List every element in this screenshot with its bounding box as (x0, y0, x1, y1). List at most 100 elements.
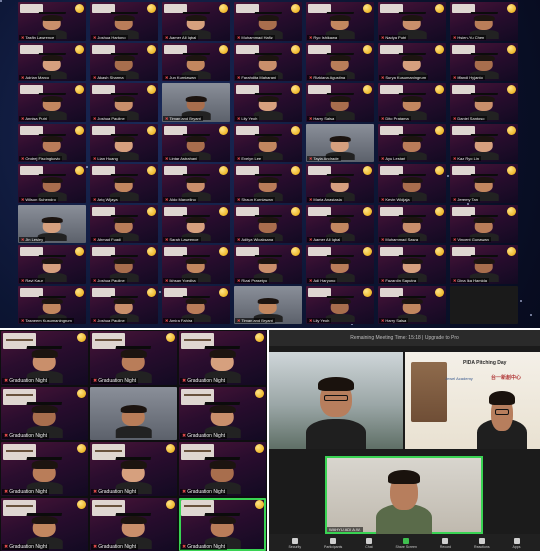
participant-tile[interactable]: ✖Iffandi Hyjanto (450, 42, 518, 81)
participant-tile[interactable]: ✖Surya Kusumaningrum (378, 42, 446, 81)
participant-tile[interactable]: ✖Joshua Pauline (90, 245, 158, 284)
participant-tile[interactable]: ✖Amira Fahira (162, 285, 230, 324)
participant-tile[interactable]: ✖Jin Lesley (18, 204, 86, 243)
participant-tile[interactable]: ✖Graduation Night (90, 331, 177, 385)
graduation-cap-icon (115, 457, 152, 461)
participant-tile[interactable]: ✖Graduation Night (179, 442, 266, 496)
muted-mic-icon: ✖ (21, 237, 25, 242)
muted-mic-icon: ✖ (237, 277, 241, 283)
participant-tile[interactable] (90, 386, 177, 440)
participant-tile[interactable]: ✖Aamer Ali Iqbal (162, 2, 230, 41)
participant-name-label: ✖Timan and Bryant (163, 115, 203, 121)
toolbar-security-button[interactable]: Security (288, 538, 301, 549)
participant-tile[interactable]: ✖Muhammad Sasra (378, 204, 446, 243)
participant-tile[interactable]: ✖Annisa Putri (18, 83, 86, 122)
participant-tile[interactable]: ✖Kevin Widjaja (378, 164, 446, 203)
participant-tile[interactable]: ✖Hsien-Yu Chen (450, 2, 518, 41)
muted-mic-icon: ✖ (93, 115, 97, 121)
record-icon (442, 538, 449, 544)
participant-tile[interactable]: ✖Maria Anastasia (306, 164, 374, 203)
muted-mic-icon: ✖ (182, 488, 187, 495)
participant-tile[interactable]: ✖Harry Salsa (306, 83, 374, 122)
participant-name-label: ✖Graduation Night (180, 377, 228, 384)
participant-tile[interactable]: ✖Graduation Night (1, 386, 88, 440)
participant-tile[interactable]: ✖Timan and Bryant (234, 285, 302, 324)
participant-tile[interactable]: ✖Joshua Pauline (90, 83, 158, 122)
participant-tile[interactable]: ✖Sarah Lawrence (162, 204, 230, 243)
participant-tile[interactable]: ✖Graduation Night (1, 442, 88, 496)
participant-tile[interactable]: ✖Rizkiana Agustina (306, 42, 374, 81)
share-screen-icon (403, 538, 410, 544)
participant-tile[interactable]: ✖Shaun Kurniawan (234, 164, 302, 203)
participant-tile[interactable]: ✖Nadya Putri (378, 2, 446, 41)
participant-tile[interactable]: ✖Ryo Ishikawa (306, 2, 374, 41)
planet-sticker-icon (219, 44, 228, 54)
planet-sticker-icon (75, 125, 84, 135)
participant-tile[interactable]: ✖Aditya Wicaksana (234, 204, 302, 243)
participant-tile[interactable]: ✖Ahmad Fuadi (90, 204, 158, 243)
participant-tile[interactable]: ✖Graduation Night (179, 331, 266, 385)
participant-tile[interactable]: ✖Muhammad Hafiz (234, 2, 302, 41)
participant-tile[interactable]: ✖Graduation Night (1, 331, 88, 385)
participant-tile[interactable]: ✖Wilson Suhendro (18, 164, 86, 203)
participant-tile[interactable]: ✖Joshua Hartono (90, 2, 158, 41)
participant-tile[interactable]: ✖Graduation Night (179, 497, 266, 551)
participant-tile[interactable]: ✖Ikhsan Yoedha (162, 245, 230, 284)
shared-slide-video[interactable]: PIDA Pitching Day Jewel Academy 台一新創中心 (405, 352, 540, 449)
muted-mic-icon: ✖ (93, 544, 98, 550)
meeting-time-banner[interactable]: Remaining Meeting Time: 15:18 | Upgrade … (269, 330, 540, 346)
toolbar-chat-button[interactable]: Chat (365, 538, 373, 549)
participant-tile[interactable]: ✖Graduation Night (179, 386, 266, 440)
participant-tile[interactable]: ✖Aldo Marcelino (162, 164, 230, 203)
participant-tile[interactable]: ✖Dito Pratama (378, 83, 446, 122)
toolbar-record-button[interactable]: Record (440, 538, 451, 549)
participant-tile[interactable]: ✖Evelyn Lee (234, 123, 302, 162)
graduation-cap-icon (470, 133, 498, 137)
participant-tile[interactable]: ✖Akash Sharma (90, 42, 158, 81)
participant-tile[interactable]: ✖Farahdita Maharani (234, 42, 302, 81)
participant-tile[interactable]: ✖Timan and Bryant (162, 83, 230, 122)
participant-tile[interactable]: ✖Lily Yeoh (234, 83, 302, 122)
participant-tile[interactable]: ✖Jeremy Tan (450, 164, 518, 203)
participant-tile[interactable]: ✖Fazardin Saputra (378, 245, 446, 284)
active-speaker-video[interactable]: WAHYU ADI A.W. (325, 456, 483, 534)
toolbar-apps-button[interactable]: Apps (513, 538, 521, 549)
participant-tile[interactable]: ✖Jun Kurniawan (162, 42, 230, 81)
participant-tile[interactable] (450, 285, 518, 324)
participant-tile[interactable]: ✖Kaz Ryo Lin (450, 123, 518, 162)
toolbar-participants-button[interactable]: Participants (324, 538, 342, 549)
participant-name: Tayla Andrade (313, 156, 339, 161)
participant-tile[interactable]: ✖Ariq Wijaya (90, 164, 158, 203)
participant-tile[interactable]: ✖Daniel Santoso (450, 83, 518, 122)
planet-sticker-icon (147, 44, 156, 54)
participant-name-label: ✖Graduation Night (91, 544, 139, 550)
planet-sticker-icon (77, 499, 86, 509)
participant-tile[interactable]: ✖Lily Yeoh (306, 285, 374, 324)
participant-tile[interactable]: ✖Graduation Night (90, 497, 177, 551)
graduation-cap-icon (398, 214, 426, 218)
participant-tile[interactable]: ✖Vincent Gunawan (450, 204, 518, 243)
participant-tile[interactable]: ✖Dina Ika Hamida (450, 245, 518, 284)
participant-tile[interactable]: ✖Lintar Astrahani (162, 123, 230, 162)
participant-tile[interactable]: ✖Tayla Andrade (306, 123, 374, 162)
participant-tile[interactable]: ✖Ondrej Fiscingkovic (18, 123, 86, 162)
participant-video[interactable] (269, 352, 403, 449)
participant-tile[interactable]: ✖Graduation Night (1, 497, 88, 551)
participant-tile[interactable]: ✖Tasneem Kusumaningrum (18, 285, 86, 324)
participant-tile[interactable]: ✖Harry Salsa (378, 285, 446, 324)
participant-tile[interactable]: ✖Ayu Lestari (378, 123, 446, 162)
participant-name-label: ✖Ayu Lestari (379, 156, 408, 161)
participant-tile[interactable]: ✖Joshua Pauline (90, 285, 158, 324)
toolbar-reactions-button[interactable]: Reactions (474, 538, 490, 549)
participant-tile[interactable]: ✖Rizal Prasetyo (234, 245, 302, 284)
participant-tile[interactable]: ✖Aamer Ali Iqbal (306, 204, 374, 243)
participant-name-label: ✖Graduation Night (91, 377, 139, 384)
participant-tile[interactable]: ✖Graduation Night (90, 442, 177, 496)
toolbar-share-screen-button[interactable]: Share Screen (396, 538, 417, 549)
participant-tile[interactable]: ✖Lian Huang (90, 123, 158, 162)
participant-tile[interactable]: ✖Ravi Kaur (18, 245, 86, 284)
muted-mic-icon: ✖ (309, 277, 313, 283)
participant-tile[interactable]: ✖Tasfin Lawrence (18, 2, 86, 41)
participant-tile[interactable]: ✖Adi Haryono (306, 245, 374, 284)
participant-tile[interactable]: ✖Adrian Marco (18, 42, 86, 81)
